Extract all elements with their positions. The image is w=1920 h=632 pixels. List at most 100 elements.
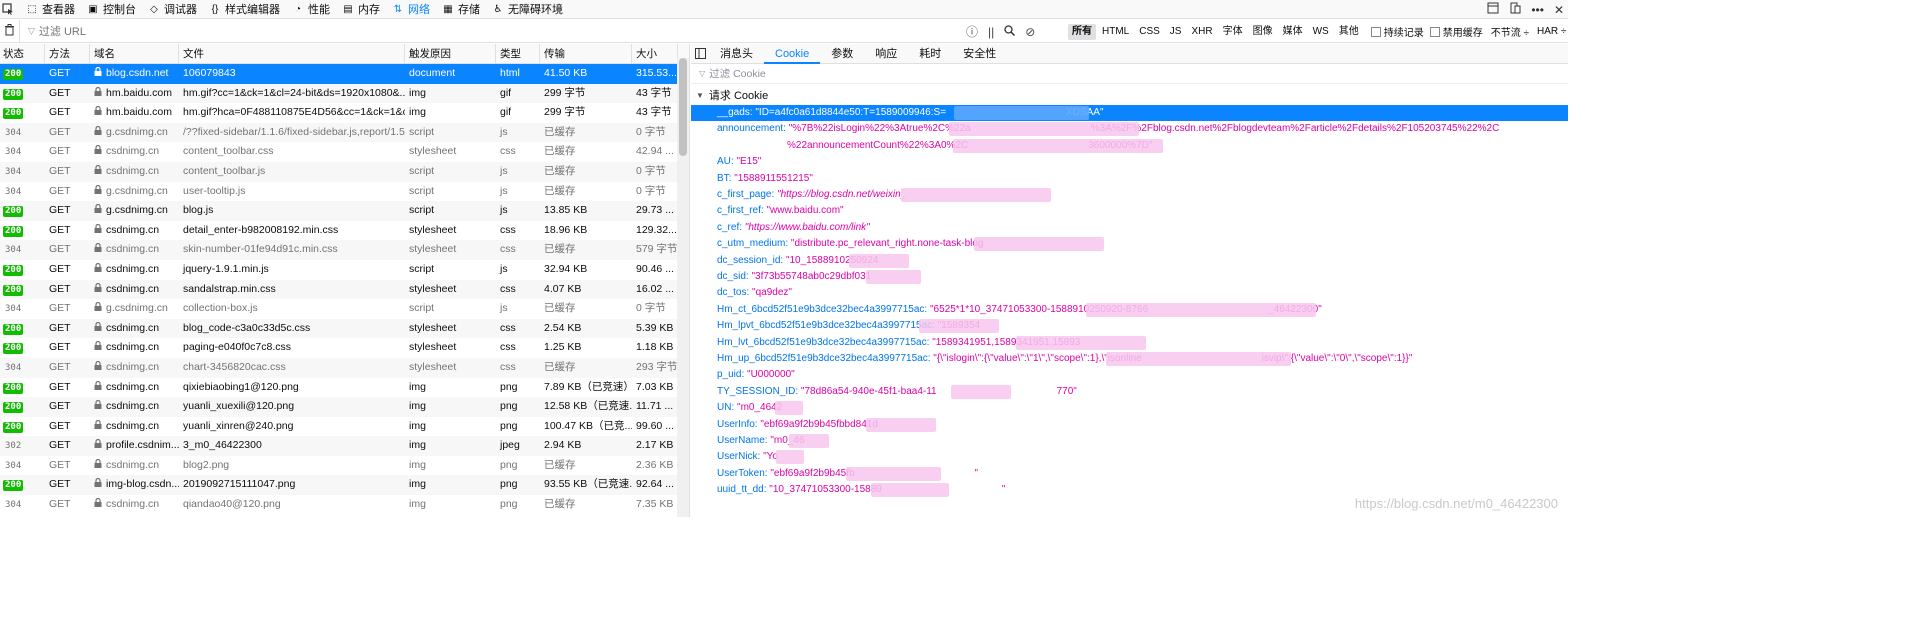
cookie-row[interactable]: AU: "E15" (691, 154, 761, 170)
cookie-row[interactable]: c_first_ref: "www.baidu.com" (691, 203, 844, 219)
table-row[interactable]: 200 GET csdnimg.cn blog_code-c3a0c33d5c.css… (0, 318, 689, 339)
type-filter-button[interactable]: CSS (1135, 24, 1164, 40)
table-row[interactable]: 200 GET img-blog.csdn... 2019092715111047.p… (0, 475, 689, 496)
detail-tab[interactable]: 消息头 (709, 44, 764, 64)
more-options-icon[interactable]: ••• (1531, 3, 1544, 17)
cookie-row[interactable]: dc_sid: "3f73b55748ab0c29dbf031 (691, 269, 871, 285)
devtools-tab[interactable]: ⇅ 网络 (386, 0, 436, 19)
cookie-row[interactable]: UserName: "m0_46 (691, 433, 805, 449)
table-row[interactable]: 304 GET csdnimg.cn content_toolbar.js script… (0, 161, 689, 182)
devtools-tab[interactable]: ▤ 内存 (336, 0, 386, 19)
table-row[interactable]: 200 GET hm.baidu.com hm.gif?hca=0F488110875… (0, 103, 689, 123)
table-row[interactable]: 200 GET g.csdnimg.cn blog.js script js 13.85 K… (0, 201, 689, 221)
cookie-row[interactable]: BT: "1588911551215" (691, 171, 813, 187)
cookie-row[interactable]: c_ref: "https://www.baidu.com/link" (691, 220, 870, 236)
type-filter-button[interactable]: 所有 (1068, 23, 1096, 40)
devtools-tab[interactable]: {} 样式编辑器 (203, 0, 286, 19)
column-header[interactable]: 方法 (45, 44, 90, 64)
scrollbar-thumb[interactable] (679, 58, 687, 156)
table-row[interactable]: 304 GET csdnimg.cn skin-number-01fe94d91c.m… (0, 240, 689, 260)
detail-tab[interactable]: 响应 (864, 44, 908, 64)
column-header[interactable]: 传输 (540, 44, 632, 64)
devtools-tab[interactable]: ♿ 无障碍环境 (486, 0, 569, 19)
cookie-row[interactable]: c_first_page: "https://blog.csdn.net/wei… (691, 187, 906, 203)
table-row[interactable]: 304 GET csdnimg.cn chart-3456820cac.css styl… (0, 357, 689, 378)
element-picker-button[interactable] (0, 0, 20, 19)
type-filter-button[interactable]: 图像 (1249, 24, 1277, 40)
help-icon[interactable]: ⓘ (966, 23, 978, 40)
close-icon[interactable]: ✕ (1554, 3, 1564, 17)
type-filter-button[interactable]: XHR (1187, 24, 1216, 40)
throttle-select[interactable]: 不节流 ÷ (1491, 24, 1529, 39)
lock-icon (94, 103, 103, 116)
table-row[interactable]: 200 GET csdnimg.cn sandalstrap.min.css style… (0, 279, 689, 300)
clear-button[interactable] (0, 20, 20, 42)
table-row[interactable]: 200 GET csdnimg.cn qixiebiaobing1@120.png im… (0, 378, 689, 398)
table-row[interactable]: 200 GET csdnimg.cn yuanli_xinren@240.png img… (0, 417, 689, 437)
table-row[interactable]: 200 GET csdnimg.cn detail_enter-b982008192.… (0, 221, 689, 241)
cookie-row[interactable]: TY_SESSION_ID: "78d86a54-940e-45f1-baa4-… (691, 384, 1077, 400)
file-cell: hm.gif?cc=1&ck=1&cl=24-bit&ds=1920x1080&… (183, 86, 405, 99)
request-cookie-section[interactable]: ▼ 请求 Cookie (691, 85, 1568, 105)
detail-tab[interactable]: 参数 (820, 44, 864, 64)
table-row[interactable]: 304 GET g.csdnimg.cn collection-box.js scrip… (0, 299, 689, 319)
cookie-filter-input[interactable]: ▽ 过滤 Cookie (691, 64, 1568, 84)
devtools-tab[interactable]: ⬚ 查看器 (20, 0, 81, 19)
type-filter-button[interactable]: 字体 (1219, 24, 1247, 40)
detail-tab[interactable]: 安全性 (952, 44, 1007, 64)
file-cell: skin-number-01fe94d91c.min.css (183, 243, 338, 256)
table-row[interactable]: 200 GET csdnimg.cn jquery-1.9.1.min.js scrip… (0, 260, 689, 280)
devtools-tab[interactable]: ▣ 控制台 (81, 0, 142, 19)
type-filter-button[interactable]: JS (1166, 24, 1186, 40)
url-filter-input[interactable]: ▽ 过滤 URL (20, 23, 960, 39)
cookie-row[interactable]: UN: "m0_4642 (691, 400, 782, 416)
devtools-tab[interactable]: ▦ 存储 (436, 0, 486, 19)
devtools-tab[interactable]: ◇ 调试器 (142, 0, 203, 19)
search-icon[interactable] (1004, 24, 1016, 39)
column-header[interactable]: 文件 (179, 44, 405, 64)
devtools-tab[interactable]: ◔ 性能 (286, 0, 336, 19)
dock-icon[interactable] (1487, 2, 1499, 17)
table-row[interactable]: 200 GET hm.baidu.com hm.gif?cc=1&ck=1&cl=24… (0, 83, 689, 104)
request-detail-panel: 消息头 Cookie 参数 响应 耗时 安全性 ▽ 过滤 Cookie ▼ 请求 Cook… (691, 44, 1568, 517)
type-filter-group: 所有 HTML CSS JS XHR 字体 图像 媒体 WS 其他 持续记录 禁用缓存 不节流 ÷… (1068, 20, 1566, 43)
type-filter-button[interactable]: WS (1309, 24, 1333, 40)
table-row[interactable]: 302 GET profile.csdnim... 3_m0_46422300 img j… (0, 436, 689, 456)
detail-tab[interactable]: 耗时 (908, 44, 952, 64)
persist-logs-checkbox[interactable]: 持续记录 (1370, 24, 1424, 39)
table-scrollbar[interactable] (677, 58, 689, 517)
cookie-row[interactable]: __gads: "ID=a4fc0a61d8844e50:T=158900994… (691, 105, 1568, 122)
devtools-tab-label: 调试器 (164, 4, 197, 16)
disable-cache-checkbox[interactable]: 禁用缓存 (1429, 24, 1483, 39)
table-row[interactable]: 304 GET g.csdnimg.cn /??fixed-sidebar/1.1.6… (0, 122, 689, 143)
column-header[interactable]: 触发原因 (405, 44, 496, 64)
har-select[interactable]: HAR ÷ (1537, 26, 1566, 37)
table-row[interactable]: 304 GET csdnimg.cn content_toolbar.css style… (0, 142, 689, 162)
detail-tab[interactable]: Cookie (764, 44, 821, 64)
column-header[interactable]: 状态 (0, 44, 45, 64)
table-row[interactable]: 304 GET csdnimg.cn qiandao40@120.png img png 已… (0, 495, 689, 515)
redaction-smudge (866, 417, 936, 432)
table-row[interactable]: 200 GET blog.csdn.net 106079843 document html… (0, 64, 689, 84)
responsive-icon[interactable] (1509, 2, 1521, 17)
table-row[interactable]: 304 GET csdnimg.cn blog2.png img png 已缓存 2.36 K… (0, 456, 689, 476)
table-row[interactable]: 304 GET g.csdnimg.cn user-tooltip.js script j… (0, 182, 689, 202)
cookie-row[interactable]: Hm_up_6bcd52f51e9b3dce32bec4a3997715ac: … (691, 351, 1412, 367)
column-header[interactable]: 类型 (496, 44, 540, 64)
cookie-row[interactable]: UserNick: "Yo (691, 449, 778, 465)
column-header[interactable]: 域名 (90, 44, 179, 64)
block-icon[interactable]: ⊘ (1025, 25, 1035, 39)
panel-toggle-icon[interactable] (691, 44, 709, 64)
cookie-row[interactable]: c_utm_medium: "distribute.pc_relevant_ri… (691, 236, 983, 252)
pause-icon[interactable]: || (988, 25, 994, 39)
cookie-row[interactable]: dc_tos: "qa9dez" (691, 285, 792, 301)
column-header[interactable]: 大小 (632, 44, 678, 64)
table-row[interactable]: 200 GET csdnimg.cn paging-e040f0c7c8.css sty… (0, 338, 689, 358)
type-filter-button[interactable]: 媒体 (1279, 24, 1307, 40)
table-row[interactable]: 200 GET csdnimg.cn yuanli_xuexili@120.png im… (0, 397, 689, 417)
cookie-row[interactable]: p_uid: "U000000" (691, 367, 795, 383)
type-filter-button[interactable]: HTML (1098, 24, 1133, 40)
cookie-row[interactable]: UserInfo: "ebf69a9f2b9b45fbbd841d (691, 417, 878, 433)
cookie-row[interactable]: uuid_tt_dd: "10_37471053300-15889 " (691, 482, 1005, 498)
type-filter-button[interactable]: 其他 (1335, 24, 1363, 40)
